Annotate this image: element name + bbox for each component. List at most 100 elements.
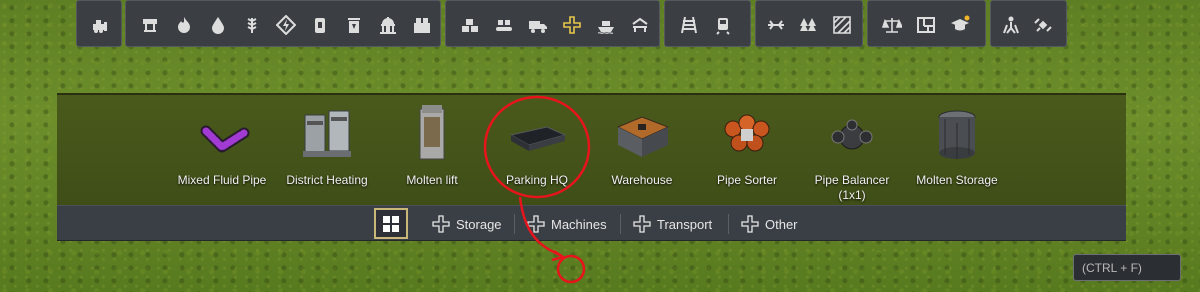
bulldozer-icon: [93, 20, 107, 33]
truck-icon: [529, 21, 547, 33]
toolbar-button-24[interactable]: [999, 13, 1023, 37]
plus-icon: [633, 215, 651, 233]
transport-add-button[interactable]: [560, 13, 584, 37]
building-label: Mixed Fluid Pipe: [177, 173, 267, 187]
building-mixed-fluid-pipe[interactable]: Mixed Fluid Pipe: [167, 95, 277, 207]
toolbar-button-5[interactable]: [274, 13, 298, 37]
grid-icon: [383, 215, 399, 232]
building-parking-hq[interactable]: Parking HQ: [482, 95, 592, 207]
divider: [620, 214, 621, 234]
balance-scale-icon: [882, 18, 902, 33]
fire-icon: [178, 17, 190, 33]
search-input[interactable]: [1073, 254, 1181, 281]
rail-track-icon: [681, 16, 697, 34]
tab-label: Storage: [456, 216, 502, 232]
pipe-sorter-icon: [724, 114, 770, 152]
building-label: Molten Storage: [916, 173, 998, 187]
capitol-icon: [380, 17, 396, 34]
toolbar-group-terrain: [755, 0, 863, 47]
toolbar-button-14[interactable]: [594, 13, 618, 37]
toolbar-button-1[interactable]: [138, 13, 162, 37]
toolbar-group-management: [867, 0, 986, 47]
floor-plan-icon: [917, 17, 935, 33]
wheat-icon: [247, 18, 257, 33]
ship-icon: [597, 21, 614, 34]
toolbar-button-6[interactable]: [308, 13, 332, 37]
divider: [514, 214, 515, 234]
district-heating-icon: [303, 110, 351, 157]
toolbar-button-16[interactable]: [677, 13, 701, 37]
water-drop-icon: [212, 17, 224, 34]
tab-label: Other: [765, 216, 798, 232]
toolbar-button-2[interactable]: [172, 13, 196, 37]
category-bar: Storage Machines Transport Other: [57, 205, 1126, 241]
toolbar-group-tools: [76, 0, 122, 47]
toolbar-button-4[interactable]: [240, 13, 264, 37]
research-cap-icon: [951, 15, 970, 31]
building-warehouse[interactable]: Warehouse: [587, 95, 697, 207]
building-pipe-sorter[interactable]: Pipe Sorter: [692, 95, 802, 207]
boxes-icon: [462, 19, 478, 32]
toolbar-button-23[interactable]: [948, 13, 972, 37]
toolbar-button-15[interactable]: [628, 13, 652, 37]
toolbar-button-20[interactable]: [830, 13, 854, 37]
building-label: District Heating: [286, 173, 368, 187]
building-molten-storage[interactable]: Molten Storage: [902, 95, 1012, 207]
power-icon: [276, 15, 296, 35]
tiles-icon: [833, 16, 851, 34]
building-pipe-balancer[interactable]: Pipe Balancer (1x1): [797, 95, 907, 207]
building-molten-lift[interactable]: Molten lift: [377, 95, 487, 207]
molten-storage-icon: [938, 110, 976, 159]
toolbar-button-21[interactable]: [880, 13, 904, 37]
arrow-head: [551, 249, 566, 262]
molten-lift-icon: [419, 105, 445, 160]
plus-icon: [432, 215, 450, 233]
mixed-fluid-pipe-icon: [200, 125, 250, 153]
toolbar-button-7[interactable]: [342, 13, 366, 37]
building-label: Parking HQ: [505, 173, 569, 187]
warehouse-icon: [616, 116, 670, 157]
conveyor-icon: [496, 20, 512, 31]
building-label: Warehouse: [611, 173, 673, 187]
toolbar-button-11[interactable]: [492, 13, 516, 37]
toolbar-button-12[interactable]: [526, 13, 550, 37]
toolbar-button-17[interactable]: [711, 13, 735, 37]
all-categories-button[interactable]: [374, 208, 408, 239]
toolbar-group-production: [125, 0, 441, 47]
toolbar-button-10[interactable]: [458, 13, 482, 37]
fuel-can-icon: [315, 18, 325, 33]
recycle-bin-icon: [348, 18, 360, 33]
plus-icon: [741, 215, 759, 233]
divider: [728, 214, 729, 234]
tab-transport[interactable]: Transport: [633, 206, 712, 242]
toolbar-button-3[interactable]: [206, 13, 230, 37]
toolbar-group-rail: [664, 0, 751, 47]
toolbar-button-9[interactable]: [410, 13, 434, 37]
highlight-circle: [556, 254, 586, 284]
bulldozer-button[interactable]: [88, 13, 112, 37]
trees-icon: [800, 18, 816, 31]
toolbar-button-18[interactable]: [764, 13, 788, 37]
market-icon: [414, 18, 430, 33]
tab-storage[interactable]: Storage: [432, 206, 502, 242]
dock-icon: [632, 17, 648, 32]
tab-other[interactable]: Other: [741, 206, 798, 242]
satellite-icon: [1034, 18, 1052, 32]
toolbar-button-25[interactable]: [1031, 13, 1055, 37]
toolbar-button-8[interactable]: [376, 13, 400, 37]
toolbar-button-22[interactable]: [914, 13, 938, 37]
building-district-heating[interactable]: District Heating: [272, 95, 382, 207]
tab-label: Transport: [657, 216, 713, 232]
building-label: Molten lift: [406, 173, 458, 187]
plus-icon: [527, 215, 545, 233]
toolbar-button-19[interactable]: [796, 13, 820, 37]
person-road-icon: [1003, 16, 1019, 34]
building-label: Pipe Sorter: [716, 173, 778, 187]
toolbar-group-logistics: [445, 0, 660, 47]
tab-machines[interactable]: Machines: [527, 206, 607, 242]
machine-icon: [143, 19, 157, 32]
plus-icon: [563, 16, 581, 34]
tab-label: Machines: [551, 216, 607, 232]
parking-hq-icon: [509, 126, 567, 151]
building-panel: Mixed Fluid Pipe District Heating Molten…: [57, 93, 1126, 205]
